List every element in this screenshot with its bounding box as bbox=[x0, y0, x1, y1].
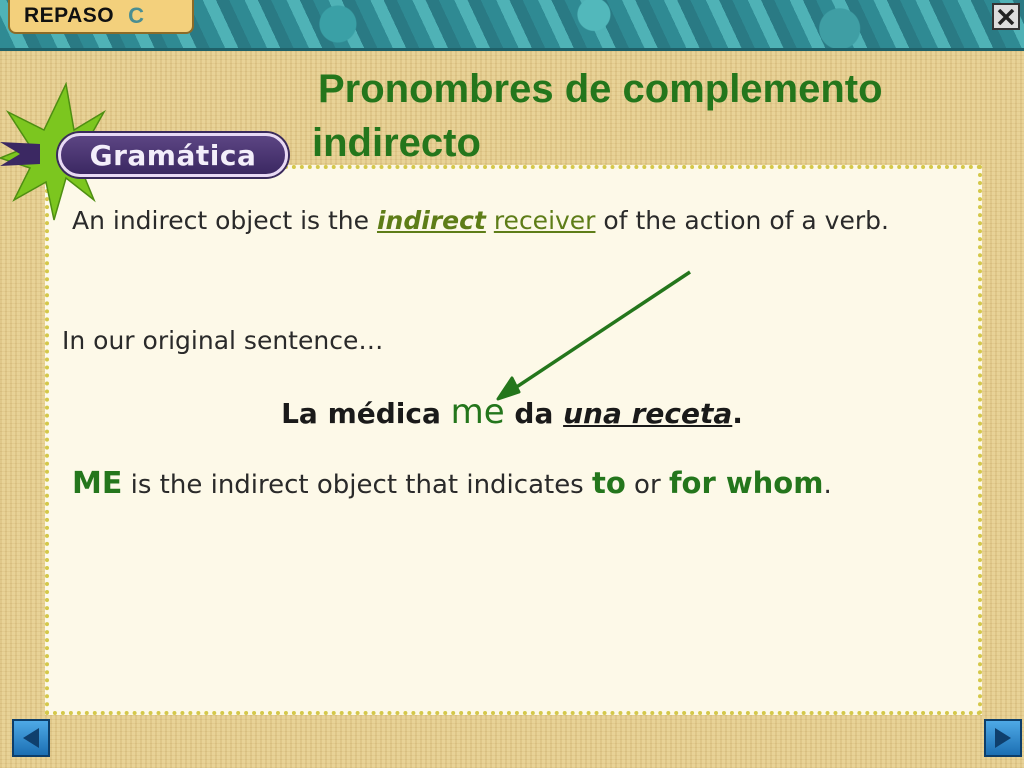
content-panel bbox=[45, 165, 982, 715]
page-title: Pronombres de complemento indirecto bbox=[312, 62, 1012, 170]
definition-space bbox=[486, 206, 494, 235]
definition-after: of the action of a verb. bbox=[595, 206, 889, 235]
section-tab: REPASO C bbox=[8, 0, 194, 34]
intro-text: In our original sentence… bbox=[62, 326, 384, 355]
definition-before: An indirect object is the bbox=[72, 206, 377, 235]
title-line-1: Pronombres de complemento bbox=[318, 67, 883, 111]
previous-button[interactable] bbox=[12, 719, 50, 757]
example-part-1: La médica bbox=[281, 397, 451, 430]
highlight-indirect: indirect bbox=[376, 206, 486, 235]
highlight-receiver: receiver bbox=[493, 206, 596, 235]
explanation-whom: for whom bbox=[668, 466, 824, 500]
explanation-text: ME is the indirect object that indicates… bbox=[72, 466, 832, 501]
explanation-or: or bbox=[625, 470, 669, 500]
example-part-2: da bbox=[504, 397, 564, 430]
definition-text: An indirect object is the indirect recei… bbox=[72, 206, 889, 235]
badge-label: Gramática bbox=[89, 138, 257, 172]
explanation-mid: is the indirect object that indicates bbox=[122, 470, 592, 500]
close-x-icon bbox=[997, 8, 1015, 25]
explanation-to: to bbox=[592, 466, 626, 500]
gramatica-badge: Gramática bbox=[58, 133, 288, 177]
section-label: REPASO bbox=[24, 4, 115, 27]
example-pronoun: me bbox=[450, 392, 505, 432]
example-sentence: La médica me da una receta. bbox=[0, 392, 1024, 432]
explanation-end: . bbox=[823, 470, 832, 500]
triangle-left-icon bbox=[23, 728, 39, 748]
close-button[interactable] bbox=[992, 3, 1020, 30]
next-button[interactable] bbox=[984, 719, 1022, 757]
triangle-right-icon bbox=[995, 728, 1011, 748]
example-end: . bbox=[732, 397, 743, 430]
title-line-2: indirecto bbox=[312, 121, 481, 165]
section-letter: C bbox=[128, 3, 145, 28]
example-object: una receta bbox=[563, 397, 733, 430]
explanation-subject: ME bbox=[72, 466, 123, 501]
